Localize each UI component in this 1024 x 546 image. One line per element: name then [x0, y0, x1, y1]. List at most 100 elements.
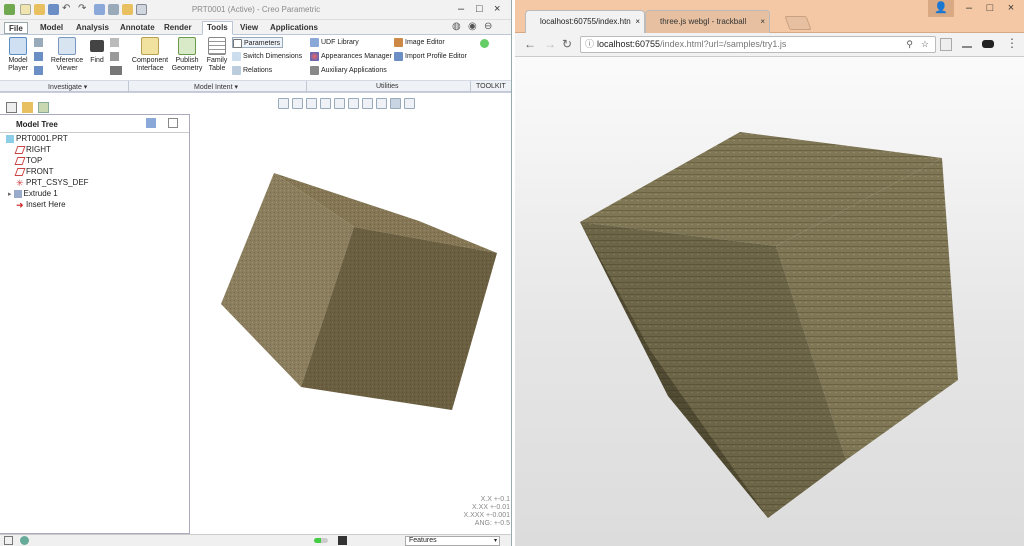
- back-button[interactable]: ←: [524, 37, 536, 51]
- settings-icon[interactable]: ⊖: [484, 21, 492, 33]
- small-tool-icon[interactable]: [110, 66, 122, 75]
- tree-item[interactable]: FRONT: [14, 166, 54, 177]
- reload-button[interactable]: ↻: [562, 37, 572, 51]
- webgl-canvas[interactable]: [580, 130, 960, 520]
- browser-tab-strip: localhost:60755/index.htn × three.js webg…: [515, 0, 1024, 33]
- tab-tools[interactable]: Tools: [202, 21, 233, 35]
- bookmark-star-icon[interactable]: ☆: [921, 37, 929, 52]
- folder-browser-icon[interactable]: [22, 102, 33, 113]
- close-button[interactable]: ×: [494, 3, 500, 15]
- tree-item[interactable]: ➜ Insert Here: [16, 199, 66, 210]
- tree-item-label: RIGHT: [26, 145, 51, 154]
- tree-columns-icon[interactable]: [168, 118, 178, 128]
- switch-dimensions-button[interactable]: Switch Dimensions: [232, 51, 302, 62]
- favorites-icon[interactable]: [38, 102, 49, 113]
- model-tree-icon[interactable]: [6, 102, 17, 113]
- tab-close-icon[interactable]: ×: [635, 17, 640, 26]
- import-profile-editor-icon: [394, 51, 403, 61]
- model-tree-title: Model Tree: [16, 120, 58, 129]
- refit-icon[interactable]: [278, 98, 289, 109]
- saved-views-icon[interactable]: [348, 98, 359, 109]
- publish-geometry-button[interactable]: Publish Geometry: [170, 37, 204, 73]
- component-interface-icon: [141, 37, 159, 55]
- udf-library-icon: [310, 37, 319, 47]
- reference-viewer-label: Reference Viewer: [50, 57, 84, 72]
- udf-library-button[interactable]: UDF Library: [310, 37, 359, 48]
- incognito-icon[interactable]: [982, 40, 994, 48]
- coordinate-system-icon: ✳: [16, 177, 24, 188]
- perspective-icon[interactable]: [376, 98, 387, 109]
- tree-item[interactable]: PRT0001.PRT: [6, 133, 68, 144]
- group-separator: [470, 81, 471, 93]
- group-investigate[interactable]: Investigate ▾: [48, 83, 87, 91]
- auxiliary-applications-icon: [310, 65, 319, 75]
- view-manager-icon[interactable]: [362, 98, 373, 109]
- import-profile-editor-button[interactable]: Import Profile Editor: [394, 51, 467, 62]
- tree-item[interactable]: RIGHT: [14, 144, 51, 155]
- appearances-manager-button[interactable]: Appearances Manager: [310, 51, 392, 62]
- tree-settings-icon[interactable]: [146, 118, 156, 128]
- search-icon[interactable]: ◉: [468, 21, 477, 33]
- maximize-button[interactable]: □: [476, 3, 483, 15]
- image-editor-button[interactable]: Image Editor: [394, 37, 445, 48]
- small-tool-icon[interactable]: [34, 38, 43, 47]
- ribbon-groups: Investigate ▾ Model Intent ▾ Utilities T…: [0, 80, 511, 93]
- tree-item[interactable]: ✳ PRT_CSYS_DEF: [16, 177, 89, 188]
- tab-model[interactable]: Model: [36, 22, 67, 35]
- tab-view[interactable]: View: [236, 22, 262, 35]
- find-icon[interactable]: [338, 536, 347, 545]
- binoculars-icon: [90, 40, 104, 52]
- small-tool-icon[interactable]: [34, 52, 43, 61]
- group-model-intent[interactable]: Model Intent ▾: [194, 83, 238, 91]
- small-tool-icon[interactable]: [34, 66, 43, 75]
- relations-button[interactable]: Relations: [232, 65, 272, 76]
- repaint-icon[interactable]: [320, 98, 331, 109]
- zoom-out-icon[interactable]: [306, 98, 317, 109]
- browser-tab[interactable]: three.js webgl - trackball ×: [645, 10, 770, 33]
- forward-button[interactable]: →: [544, 37, 556, 51]
- display-style-icon[interactable]: [334, 98, 345, 109]
- browser-tab-active[interactable]: localhost:60755/index.htn ×: [525, 10, 645, 33]
- small-tool-icon[interactable]: [110, 52, 119, 61]
- extension-icon[interactable]: [962, 40, 972, 48]
- parameters-button[interactable]: Parameters: [232, 37, 284, 48]
- menu-icon[interactable]: ⋮: [1006, 36, 1018, 50]
- tab-applications[interactable]: Applications: [266, 22, 322, 35]
- tab-analysis[interactable]: Analysis: [72, 22, 113, 35]
- small-tool-icon[interactable]: [110, 38, 119, 47]
- address-bar[interactable]: ⓘ localhost:60755/index.html?url=/sample…: [580, 36, 936, 53]
- graphics-area[interactable]: [190, 96, 511, 534]
- annotation-display-icon[interactable]: [404, 98, 415, 109]
- model-player-button[interactable]: Model Player: [4, 37, 32, 73]
- parameters-label: Parameters: [244, 40, 281, 47]
- find-button[interactable]: Find: [86, 37, 108, 65]
- tab-file[interactable]: File: [4, 22, 28, 34]
- tab-close-icon[interactable]: ×: [760, 17, 765, 26]
- extension-icon[interactable]: [940, 38, 952, 51]
- creo-window: ↶ ↷ PRT0001 (Active) - Creo Parametric –…: [0, 0, 512, 546]
- component-interface-button[interactable]: Component Interface: [130, 37, 170, 73]
- window-title: PRT0001 (Active) - Creo Parametric: [191, 5, 321, 14]
- toolkit-icon[interactable]: [480, 39, 489, 48]
- close-button[interactable]: ×: [998, 0, 1024, 17]
- navigator-toggle-icon[interactable]: [4, 536, 13, 545]
- tree-item[interactable]: TOP: [14, 155, 42, 166]
- auxiliary-applications-button[interactable]: Auxiliary Applications: [310, 65, 387, 76]
- reference-viewer-button[interactable]: Reference Viewer: [48, 37, 86, 73]
- help-icon[interactable]: ◍: [452, 21, 461, 33]
- search-icon[interactable]: ⚲: [906, 37, 913, 52]
- tab-render[interactable]: Render: [160, 22, 196, 35]
- tree-item-label: FRONT: [26, 167, 54, 176]
- tree-item[interactable]: ▸ Extrude 1: [8, 188, 58, 199]
- expand-icon[interactable]: ▸: [8, 191, 12, 198]
- browser-toggle-icon[interactable]: [20, 536, 29, 545]
- family-table-button[interactable]: Family Table: [204, 37, 230, 73]
- selection-filter-select[interactable]: Features ▾: [405, 536, 500, 546]
- datum-display-icon[interactable]: [390, 98, 401, 109]
- tab-annotate[interactable]: Annotate: [116, 22, 159, 35]
- minimize-button[interactable]: –: [458, 3, 464, 15]
- profile-icon[interactable]: 👤: [928, 0, 954, 17]
- new-tab-button[interactable]: [784, 16, 812, 30]
- find-label: Find: [90, 57, 104, 64]
- zoom-in-icon[interactable]: [292, 98, 303, 109]
